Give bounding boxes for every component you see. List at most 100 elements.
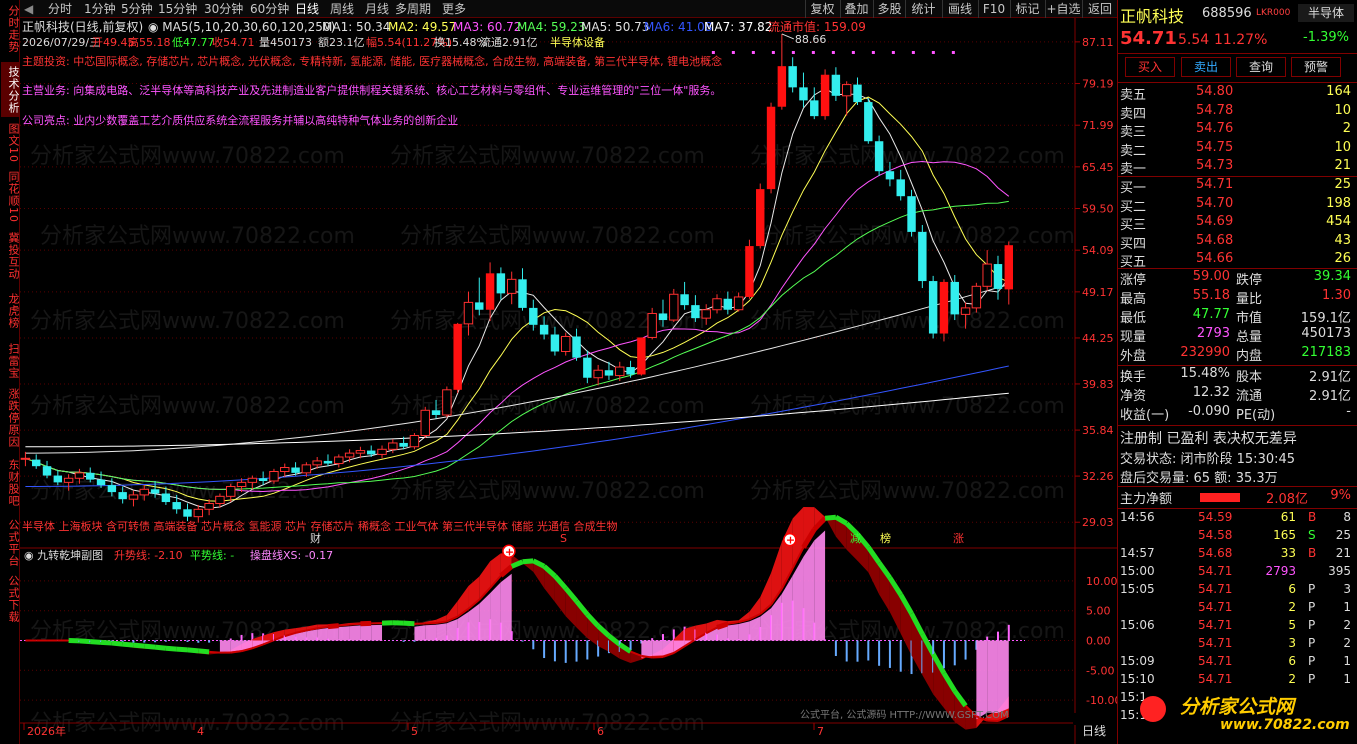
candle-body-9[interactable]: [118, 492, 127, 500]
candle-body-67[interactable]: [745, 246, 754, 297]
candle-body-22[interactable]: [258, 478, 268, 481]
candle-body-10[interactable]: [128, 494, 139, 500]
candle-body-77[interactable]: [853, 84, 862, 103]
candle-body-72[interactable]: [799, 87, 808, 101]
candle-body-55[interactable]: [615, 366, 625, 377]
toolbar-btn-0[interactable]: 复权: [805, 0, 839, 18]
candle-body-3[interactable]: [53, 475, 63, 483]
candle-body-25[interactable]: [291, 467, 300, 473]
candle-body-7[interactable]: [96, 479, 106, 486]
candle-body-51[interactable]: [572, 336, 581, 358]
candle-body-26[interactable]: [301, 464, 312, 474]
sector-name[interactable]: 半导体: [1298, 4, 1354, 22]
bid-price-2[interactable]: 54.69: [1196, 214, 1233, 229]
event-tag-4[interactable]: 涨: [953, 532, 964, 545]
bid-price-1[interactable]: 54.70: [1196, 196, 1233, 211]
ask-price-0[interactable]: 54.80: [1196, 84, 1233, 99]
event-tag-1[interactable]: S: [560, 532, 567, 545]
candle-body-91[interactable]: [1004, 245, 1014, 290]
candle-body-62[interactable]: [691, 305, 700, 319]
candle-body-17[interactable]: [204, 502, 214, 510]
event-tag-3[interactable]: 榜: [880, 531, 891, 545]
candle-body-27[interactable]: [312, 460, 322, 466]
candle-body-30[interactable]: [344, 452, 355, 458]
candle-body-87[interactable]: [960, 307, 971, 315]
candle-body-79[interactable]: [874, 141, 884, 172]
candle-body-56[interactable]: [626, 367, 635, 375]
candle-body-80[interactable]: [885, 171, 895, 180]
candle-body-64[interactable]: [712, 298, 722, 311]
period-9[interactable]: 多周期: [395, 1, 431, 17]
candle-body-88[interactable]: [971, 285, 982, 309]
candle-body-84[interactable]: [928, 281, 938, 334]
period-6[interactable]: 日线: [295, 1, 319, 17]
candle-body-52[interactable]: [583, 357, 592, 378]
candle-body-34[interactable]: [388, 442, 398, 450]
trade-button-1[interactable]: 卖出: [1181, 57, 1231, 77]
candle-body-24[interactable]: [280, 467, 290, 473]
candle-body-59[interactable]: [658, 313, 668, 321]
candle-body-89[interactable]: [982, 263, 992, 287]
candle-body-75[interactable]: [831, 74, 841, 96]
candle-body-82[interactable]: [907, 196, 916, 232]
ask-price-1[interactable]: 54.78: [1196, 103, 1233, 118]
left-tab-5[interactable]: 龙虎榜: [1, 285, 20, 337]
candle-body-29[interactable]: [334, 456, 344, 465]
bid-price-3[interactable]: 54.68: [1196, 233, 1233, 248]
candle-body-53[interactable]: [593, 369, 603, 379]
period-2[interactable]: 5分钟: [121, 1, 153, 17]
toolbar-btn-4[interactable]: 画线: [942, 0, 977, 18]
toolbar-btn-1[interactable]: 叠加: [840, 0, 872, 18]
left-tab-0[interactable]: 分时走势: [1, 0, 20, 58]
candle-body-42[interactable]: [475, 302, 484, 310]
candle-body-33[interactable]: [377, 448, 387, 455]
candle-body-13[interactable]: [161, 493, 171, 503]
candle-body-63[interactable]: [701, 309, 711, 319]
left-tab-8[interactable]: 东财股吧: [1, 455, 20, 511]
candle-body-44[interactable]: [496, 273, 506, 294]
left-tab-7[interactable]: 涨跌停原因: [1, 385, 20, 451]
ask-price-2[interactable]: 54.76: [1196, 121, 1233, 136]
left-tab-4[interactable]: 冀投互动: [1, 230, 20, 282]
candle-body-83[interactable]: [918, 231, 927, 282]
candle-body-54[interactable]: [604, 370, 614, 376]
bid-price-0[interactable]: 54.71: [1196, 177, 1233, 192]
candle-body-70[interactable]: [777, 66, 787, 107]
candle-body-73[interactable]: [810, 100, 819, 117]
kline-svg[interactable]: 分析家公式网www.70822.com 分析家公式网www.70822.com 分析…: [20, 18, 1117, 744]
candle-body-71[interactable]: [788, 66, 797, 88]
candle-body-4[interactable]: [63, 477, 74, 483]
candle-body-41[interactable]: [463, 301, 474, 325]
candle-body-81[interactable]: [896, 179, 905, 197]
candle-body-90[interactable]: [993, 264, 1003, 289]
period-1[interactable]: 1分钟: [84, 1, 116, 17]
candle-body-5[interactable]: [74, 472, 85, 479]
toolbar-btn-5[interactable]: F10: [978, 0, 1009, 18]
period-10[interactable]: 更多: [442, 1, 466, 17]
candle-body-47[interactable]: [529, 307, 538, 325]
event-tag-0[interactable]: 财: [310, 531, 321, 545]
candle-body-12[interactable]: [150, 489, 160, 494]
candle-body-60[interactable]: [669, 293, 679, 321]
left-tab-10[interactable]: 公式下载: [1, 575, 20, 623]
candle-body-61[interactable]: [680, 294, 689, 306]
toolbar-btn-8[interactable]: 返回: [1082, 0, 1117, 18]
toolbar-btn-7[interactable]: +自选: [1045, 0, 1081, 18]
toolbar-btn-3[interactable]: 统计: [905, 0, 941, 18]
left-tab-1[interactable]: 技术分析: [1, 62, 20, 117]
candle-body-15[interactable]: [183, 509, 192, 517]
period-4[interactable]: 30分钟: [204, 1, 243, 17]
left-tab-3[interactable]: 同花顺10: [1, 168, 20, 226]
candle-body-46[interactable]: [518, 279, 527, 308]
candle-body-78[interactable]: [864, 102, 873, 142]
candle-body-49[interactable]: [550, 334, 560, 352]
candle-body-40[interactable]: [453, 323, 462, 390]
candle-body-38[interactable]: [431, 410, 441, 415]
candle-body-66[interactable]: [733, 296, 744, 311]
candle-body-1[interactable]: [31, 459, 41, 467]
candle-body-20[interactable]: [236, 481, 247, 488]
candle-body-6[interactable]: [86, 472, 95, 480]
candle-body-65[interactable]: [723, 298, 733, 310]
candle-body-28[interactable]: [323, 460, 333, 464]
toolbar-btn-6[interactable]: 标记: [1010, 0, 1044, 18]
